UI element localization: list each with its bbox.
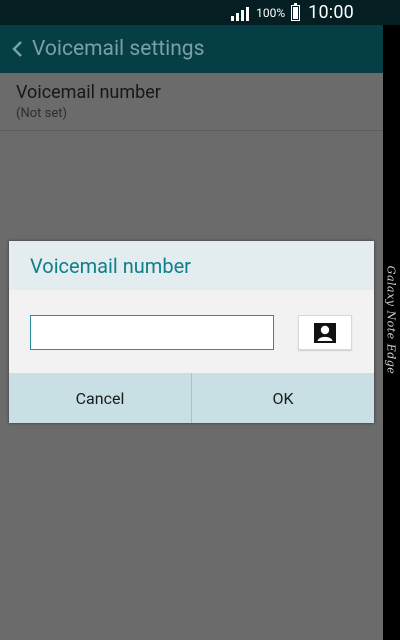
chevron-left-icon: [12, 41, 22, 57]
signal-icon: [231, 5, 250, 21]
clock: 10:00: [308, 2, 354, 23]
voicemail-number-dialog: Voicemail number Cancel OK: [9, 241, 374, 423]
dialog-title: Voicemail number: [30, 253, 191, 278]
list-item-voicemail-number[interactable]: Voicemail number (Not set): [0, 73, 383, 131]
dialog-buttons: Cancel OK: [9, 373, 374, 423]
status-bar: 100% 10:00: [0, 0, 400, 25]
action-bar: Voicemail settings: [0, 25, 383, 73]
screen: Voicemail settings Voicemail number (Not…: [0, 0, 383, 640]
list-item-title: Voicemail number: [16, 82, 161, 103]
list-item-subtitle: (Not set): [16, 106, 67, 121]
voicemail-number-input[interactable]: [30, 315, 274, 350]
back-icon[interactable]: [2, 25, 32, 73]
battery-icon: [291, 2, 301, 21]
edge-panel-label: Galaxy Note Edge: [384, 265, 398, 375]
contact-icon: [314, 322, 336, 343]
contacts-button[interactable]: [298, 315, 352, 350]
cancel-button[interactable]: Cancel: [9, 373, 191, 423]
status-indicators: 100% 10:00: [231, 0, 354, 25]
dialog-header: Voicemail number: [9, 241, 374, 290]
battery-percent: 100%: [256, 5, 286, 20]
ok-button[interactable]: OK: [192, 373, 374, 423]
dialog-body: [9, 290, 374, 373]
page-title: Voicemail settings: [32, 37, 205, 61]
